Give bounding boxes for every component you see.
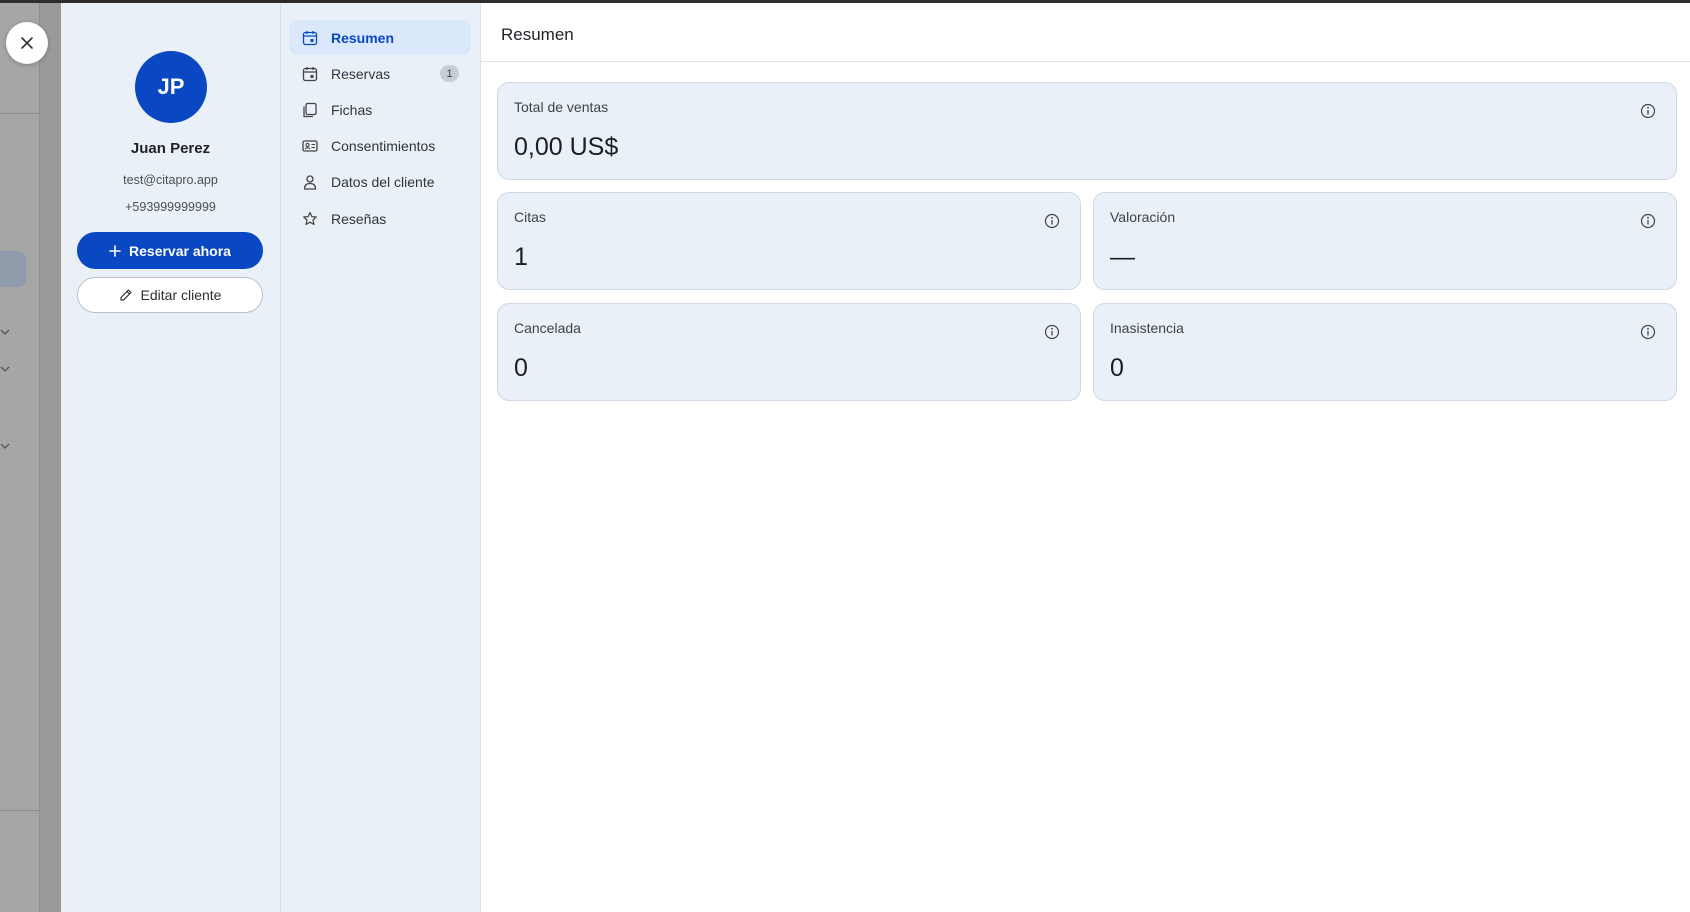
nav-item-label: Datos del cliente: [331, 173, 435, 190]
stat-label: Inasistencia: [1110, 320, 1184, 336]
nav-item-consentimientos[interactable]: Consentimientos: [289, 128, 471, 163]
nav-item-resumen[interactable]: Resumen: [289, 20, 471, 55]
stat-label: Cancelada: [514, 320, 581, 336]
page-title: Resumen: [501, 25, 574, 44]
nav-item-label: Reservas: [331, 65, 391, 82]
nav-item-label: Consentimientos: [331, 137, 436, 154]
info-icon[interactable]: [1640, 324, 1656, 340]
background-selected-item: [0, 251, 26, 287]
stat-label: Valoración: [1110, 209, 1176, 225]
stat-value: 0,00 US$: [514, 133, 619, 161]
info-icon[interactable]: [1640, 213, 1656, 229]
background-sidebar: [0, 0, 40, 912]
chevron-down-icon: [0, 443, 10, 449]
avatar: JP: [135, 51, 207, 123]
stat-value: —: [1110, 243, 1135, 271]
top-border: [0, 0, 1690, 3]
background-divider: [0, 810, 39, 811]
stat-value: 0: [514, 354, 528, 382]
client-nav-panel: Resumen Reservas 1 Fichas Consentimiento…: [281, 3, 481, 912]
chevron-down-icon: [0, 329, 10, 335]
nav-item-resenas[interactable]: Reseñas: [289, 201, 471, 236]
stat-card-total-sales: Total de ventas 0,00 US$: [497, 82, 1677, 180]
background-divider: [0, 113, 39, 114]
nav-item-fichas[interactable]: Fichas: [289, 92, 471, 127]
client-email: test@citapro.app: [123, 173, 218, 187]
stat-label: Total de ventas: [514, 99, 609, 115]
book-now-button[interactable]: Reservar ahora: [77, 232, 263, 269]
info-icon[interactable]: [1640, 103, 1656, 119]
count-badge: 1: [440, 65, 459, 82]
documents-icon: [301, 101, 319, 119]
stat-label: Citas: [514, 209, 546, 225]
client-name: Juan Perez: [130, 140, 211, 157]
client-profile-panel: JP Juan Perez test@citapro.app +59399999…: [61, 3, 281, 912]
calendar-icon: [301, 29, 319, 47]
stat-card-no-show: Inasistencia 0: [1093, 303, 1677, 401]
stat-card-appointments: Citas 1: [497, 192, 1081, 290]
chevron-down-icon: [0, 366, 10, 372]
star-icon: [301, 210, 319, 228]
nav-item-label: Reseñas: [331, 210, 387, 227]
stat-card-cancelled: Cancelada 0: [497, 303, 1081, 401]
info-icon[interactable]: [1044, 324, 1060, 340]
edit-client-button[interactable]: Editar cliente: [77, 277, 263, 313]
client-phone: +593999999999: [125, 200, 216, 214]
close-icon: [21, 37, 33, 49]
plus-icon: [109, 244, 121, 257]
id-card-icon: [301, 137, 319, 155]
stat-card-rating: Valoración —: [1093, 192, 1677, 290]
main-content: Resumen Total de ventas 0,00 US$ Citas 1…: [481, 3, 1690, 912]
person-icon: [301, 173, 319, 191]
main-header: Resumen: [481, 3, 1690, 62]
nav-item-label: Fichas: [331, 101, 373, 118]
calendar-icon: [301, 65, 319, 83]
edit-client-label: Editar cliente: [140, 287, 222, 303]
close-button[interactable]: [6, 22, 48, 64]
edit-icon: [119, 289, 132, 301]
info-icon[interactable]: [1044, 213, 1060, 229]
nav-item-label: Resumen: [331, 29, 395, 46]
nav-item-reservas[interactable]: Reservas 1: [289, 56, 471, 91]
background-overlay[interactable]: [0, 0, 61, 912]
book-now-label: Reservar ahora: [129, 242, 231, 259]
nav-item-datos-del-cliente[interactable]: Datos del cliente: [289, 164, 471, 199]
stat-value: 1: [514, 243, 528, 271]
stat-value: 0: [1110, 354, 1124, 382]
